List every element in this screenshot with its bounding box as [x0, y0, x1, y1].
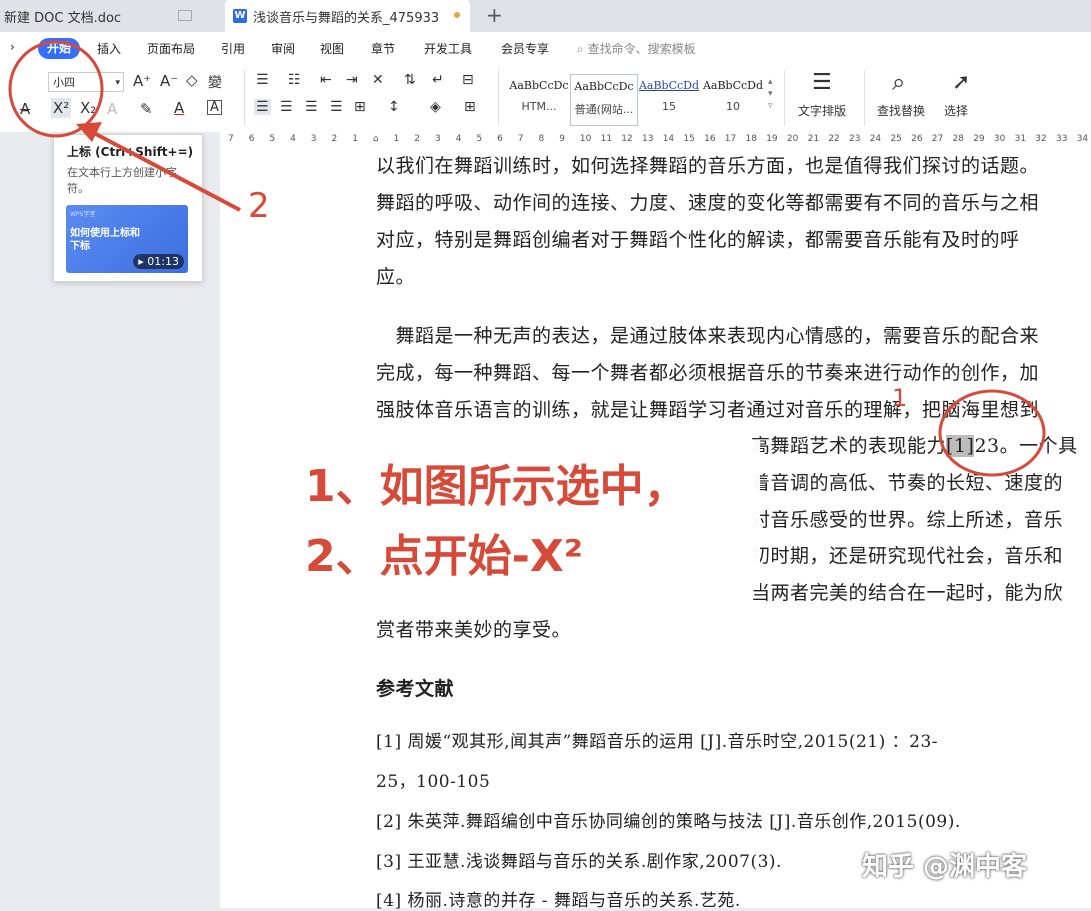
circle-mark-selection: [938, 389, 1046, 477]
annotation-marks: [8, 40, 1046, 477]
arrow-line: [91, 130, 241, 212]
circle-mark-start: [8, 40, 104, 138]
watermark: 知乎 @渊中客: [862, 852, 1028, 882]
arrow-head: [76, 122, 102, 142]
